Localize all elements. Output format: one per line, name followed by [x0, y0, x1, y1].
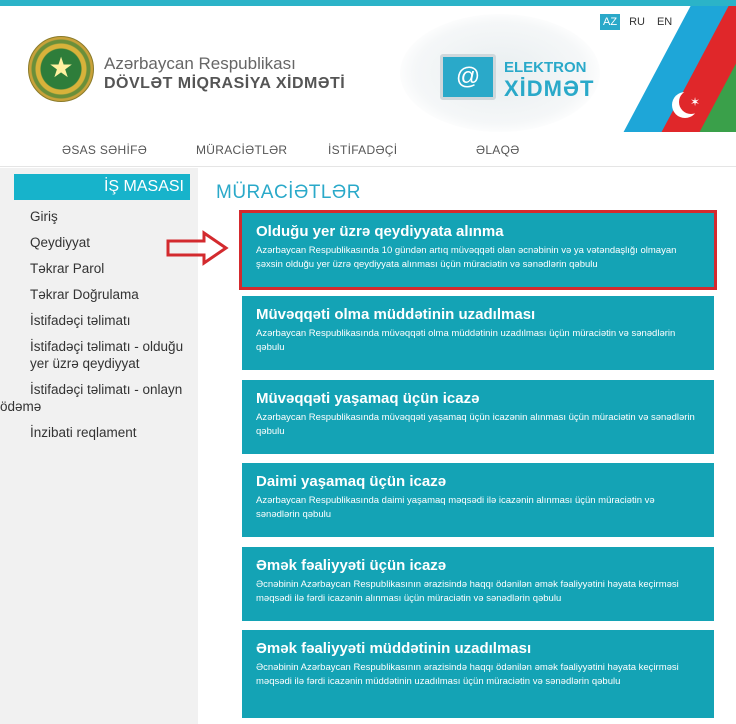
language-switcher: AZ RU EN — [600, 14, 675, 30]
service-card-title: Müvəqqəti yaşamaq üçün icazə — [256, 390, 480, 407]
xidmet-label: XİDMƏT — [504, 76, 595, 101]
service-card-description: Azərbaycan Respublikasında müvəqqəti olm… — [256, 328, 676, 353]
sidebar-item-repeat-verification[interactable]: Təkrar Doğrulama — [0, 286, 198, 303]
service-card-description: Əcnəbinin Azərbaycan Respublikasının əra… — [256, 579, 679, 604]
nav-contact[interactable]: ƏLAQƏ — [476, 143, 520, 157]
page-title: MÜRACİƏTLƏR — [216, 182, 361, 203]
sidebar-item-login[interactable]: Giriş — [0, 208, 198, 225]
service-card-temporary-residence[interactable]: Müvəqqəti yaşamaq üçün icazə Azərbaycan … — [242, 380, 714, 454]
nav-user[interactable]: İSTİFADƏÇİ — [328, 143, 397, 157]
lang-en[interactable]: EN — [654, 14, 675, 30]
service-card-work-permit-extension[interactable]: Əmək fəaliyyəti müddətinin uzadılması Əc… — [242, 630, 714, 718]
service-card-description: Azərbaycan Respublikasında daimi yaşamaq… — [256, 495, 655, 520]
sidebar-item-guide-registration[interactable]: İstifadəçi təlimatı - olduğu yer üzrə qe… — [0, 338, 198, 372]
service-card-description: Azərbaycan Respublikasında 10 gündən art… — [256, 245, 677, 270]
nav-home[interactable]: ƏSAS SƏHİFƏ — [62, 143, 147, 157]
service-card-work-permit[interactable]: Əmək fəaliyyəti üçün icazə Əcnəbinin Azə… — [242, 547, 714, 621]
service-card-title: Müvəqqəti olma müddətinin uzadılması — [256, 306, 536, 323]
main-nav: ƏSAS SƏHİFƏ MÜRACİƏTLƏR İSTİFADƏÇİ ƏLAQƏ — [0, 137, 736, 165]
org-name-line2[interactable]: DÖVLƏT MİQRASİYA XİDMƏTİ — [104, 75, 345, 93]
service-card-title: Əmək fəaliyyəti üçün icazə — [256, 557, 447, 574]
service-card-place-registration[interactable]: Olduğu yer üzrə qeydiyyata alınma Azərba… — [239, 210, 717, 290]
monitor-at-icon: @ — [440, 54, 496, 100]
elektron-label: ELEKTRON — [504, 59, 587, 76]
nav-divider — [0, 166, 736, 167]
org-name-line1[interactable]: Azərbaycan Respublikası — [104, 54, 296, 74]
sidebar-title: İŞ MASASI — [14, 174, 190, 200]
nav-applications[interactable]: MÜRACİƏTLƏR — [196, 143, 287, 157]
service-card-permanent-residence[interactable]: Daimi yaşamaq üçün icazə Azərbaycan Resp… — [242, 463, 714, 537]
sidebar-item-guide-payment[interactable]: İstifadəçi təlimatı - onlayn ödəmə — [0, 381, 198, 415]
sidebar-item-guide-registration-label: İstifadəçi təlimatı - olduğu yer üzrə qe… — [30, 339, 184, 371]
sidebar-item-guide-payment-label: İstifadəçi təlimatı - onlayn ödəmə — [0, 382, 183, 414]
service-card-title: Olduğu yer üzrə qeydiyyata alınma — [256, 223, 504, 240]
emblem-star-icon: ★ — [48, 52, 74, 83]
red-arrow-icon — [166, 230, 229, 266]
state-emblem-logo[interactable]: ★ — [28, 36, 94, 102]
lang-ru[interactable]: RU — [626, 14, 648, 30]
sidebar-item-administrative-regulation[interactable]: İnzibati reqlament — [0, 424, 198, 441]
service-card-description: Azərbaycan Respublikasında müvəqqəti yaş… — [256, 412, 695, 437]
service-card-title: Əmək fəaliyyəti müddətinin uzadılması — [256, 640, 532, 657]
flag-star-icon: ✶ — [690, 95, 701, 109]
service-card-title: Daimi yaşamaq üçün icazə — [256, 473, 447, 490]
service-card-stay-extension[interactable]: Müvəqqəti olma müddətinin uzadılması Azə… — [242, 296, 714, 370]
lang-az[interactable]: AZ — [600, 14, 621, 30]
service-card-description: Əcnəbinin Azərbaycan Respublikasının əra… — [256, 662, 679, 687]
sidebar-item-user-guide[interactable]: İstifadəçi təlimatı — [0, 312, 198, 329]
